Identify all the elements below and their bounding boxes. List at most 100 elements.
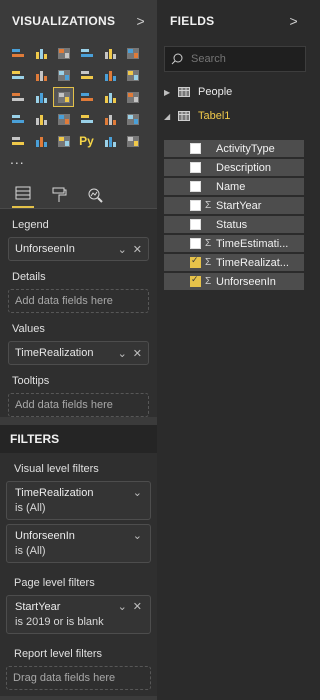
field-checkbox[interactable] [190,181,201,192]
field-item[interactable]: ActivityType [164,140,304,157]
field-checkbox[interactable] [190,162,201,173]
100-bar-icon[interactable] [100,44,119,62]
filter-card[interactable]: UnforseenIn is (All) ⌄ [6,524,151,563]
field-list: ActivityType Description Name Σ StartYear Sta… [158,138,310,290]
chevron-down-icon[interactable]: ⌄ [133,529,142,542]
fields-header: FIELDS > [158,0,310,42]
filter-condition: is (All) [15,545,46,557]
line-chart-icon[interactable] [8,66,27,84]
table-name: Tabel1 [198,110,231,122]
collapse-visualizations-icon[interactable]: > [137,13,145,29]
visualizations-header: VISUALIZATIONS > [0,0,157,42]
visual-type-gallery: Py [0,42,157,152]
fields-tab[interactable] [12,180,34,208]
field-checkbox[interactable] [190,274,201,287]
values-field-chip[interactable]: TimeRealization ⌄ ✕ [8,341,149,365]
powerbi-panes: VISUALIZATIONS > Py ... Legend Unforseen… [0,0,310,700]
chevron-down-icon[interactable]: ⌄ [118,600,127,613]
collapse-fields-icon[interactable]: > [290,13,298,29]
page-level-filters-label: Page level filters [14,577,95,589]
map-icon[interactable] [123,88,142,106]
chevron-down-icon[interactable]: ⌄ [118,243,127,256]
clustered-column-icon[interactable] [77,44,96,62]
search-input[interactable] [189,52,293,66]
remove-icon[interactable]: ✕ [133,347,142,360]
slicer-icon[interactable] [8,132,27,150]
field-item[interactable]: Status [164,216,304,233]
legend-label: Legend [12,219,49,231]
gauge-icon[interactable] [54,110,73,128]
expand-icon[interactable]: ▶ [164,88,174,97]
line-clustered-icon[interactable] [100,66,119,84]
filter-card[interactable]: TimeRealization is (All) ⌄ [6,481,151,520]
matrix-icon[interactable] [54,132,73,150]
visual-level-filters-label: Visual level filters [14,463,99,475]
collapse-icon[interactable]: ◢ [164,112,174,121]
line-column-icon[interactable] [77,66,96,84]
magnifier-chart-icon [88,188,103,203]
paint-roller-icon [52,187,67,202]
chevron-down-icon[interactable]: ⌄ [118,347,127,360]
field-checkbox[interactable] [190,219,201,230]
field-wells: Legend UnforseenIn ⌄ ✕ Details Add data f… [0,209,157,417]
remove-icon[interactable]: ✕ [133,243,142,256]
python-visual-icon[interactable]: Py [77,132,96,150]
globe-icon[interactable] [123,132,142,150]
search-icon [171,53,183,65]
area-chart-icon[interactable] [31,66,50,84]
field-checkbox[interactable] [190,255,201,268]
ribbon-chart-icon[interactable] [123,66,142,84]
field-checkbox[interactable] [190,200,201,211]
stacked-area-icon[interactable] [54,66,73,84]
tooltips-drop-zone[interactable]: Add data fields here [8,393,149,417]
clustered-bar-icon[interactable] [54,44,73,62]
stacked-column-icon[interactable] [31,44,50,62]
stacked-bar-icon[interactable] [8,44,27,62]
field-checkbox[interactable] [190,238,201,249]
pane-tabs [0,176,157,209]
field-item[interactable]: Σ StartYear [164,197,304,214]
filters-section: Visual level filters TimeRealization is … [0,453,157,696]
table-icon[interactable] [31,132,50,150]
multirow-card-icon[interactable] [100,110,119,128]
field-item[interactable]: Σ TimeEstimati... [164,235,304,252]
donut-icon[interactable] [77,88,96,106]
treemap-icon[interactable] [100,88,119,106]
funnel-icon[interactable] [31,110,50,128]
scatter-icon[interactable] [31,88,50,106]
filter-card[interactable]: StartYear is 2019 or is blank ⌄ ✕ [6,595,151,634]
filled-map-icon[interactable] [8,110,27,128]
field-name: ActivityType [216,142,275,155]
sigma-icon: Σ [205,257,212,268]
filter-condition: is (All) [15,502,46,514]
field-name: Name [216,180,246,193]
field-item[interactable]: Name [164,178,304,195]
card-icon[interactable] [77,110,96,128]
visualizations-pane: VISUALIZATIONS > Py ... Legend Unforseen… [0,0,157,700]
visualizations-title: VISUALIZATIONS [12,14,116,28]
analytics-tab[interactable] [84,182,106,208]
field-item[interactable]: Description [164,159,304,176]
table-people[interactable]: ▶ People [158,80,310,104]
details-drop-zone[interactable]: Add data fields here [8,289,149,313]
chevron-down-icon[interactable]: ⌄ [133,486,142,499]
field-item[interactable]: Σ UnforseenIn [164,273,304,290]
kpi-icon[interactable] [123,110,142,128]
field-checkbox[interactable] [190,143,201,154]
table-tabel1[interactable]: ◢ Tabel1 [158,104,310,128]
waterfall-icon[interactable] [8,88,27,106]
values-field-name: TimeRealization [15,347,94,359]
details-label: Details [12,271,46,283]
report-filters-drop-zone[interactable]: Drag data fields here [6,666,151,690]
fields-title: FIELDS [170,14,215,28]
pie-chart-icon[interactable] [53,87,74,107]
legend-field-chip[interactable]: UnforseenIn ⌄ ✕ [8,237,149,261]
more-visuals-button[interactable]: ... [0,152,157,168]
100-column-icon[interactable] [123,44,142,62]
remove-icon[interactable]: ✕ [133,600,142,613]
format-tab[interactable] [48,182,70,208]
tooltips-label: Tooltips [12,375,50,387]
r-visual-icon[interactable] [100,132,119,150]
filter-field: UnforseenIn [15,530,75,542]
field-item[interactable]: Σ TimeRealizat... [164,254,304,271]
